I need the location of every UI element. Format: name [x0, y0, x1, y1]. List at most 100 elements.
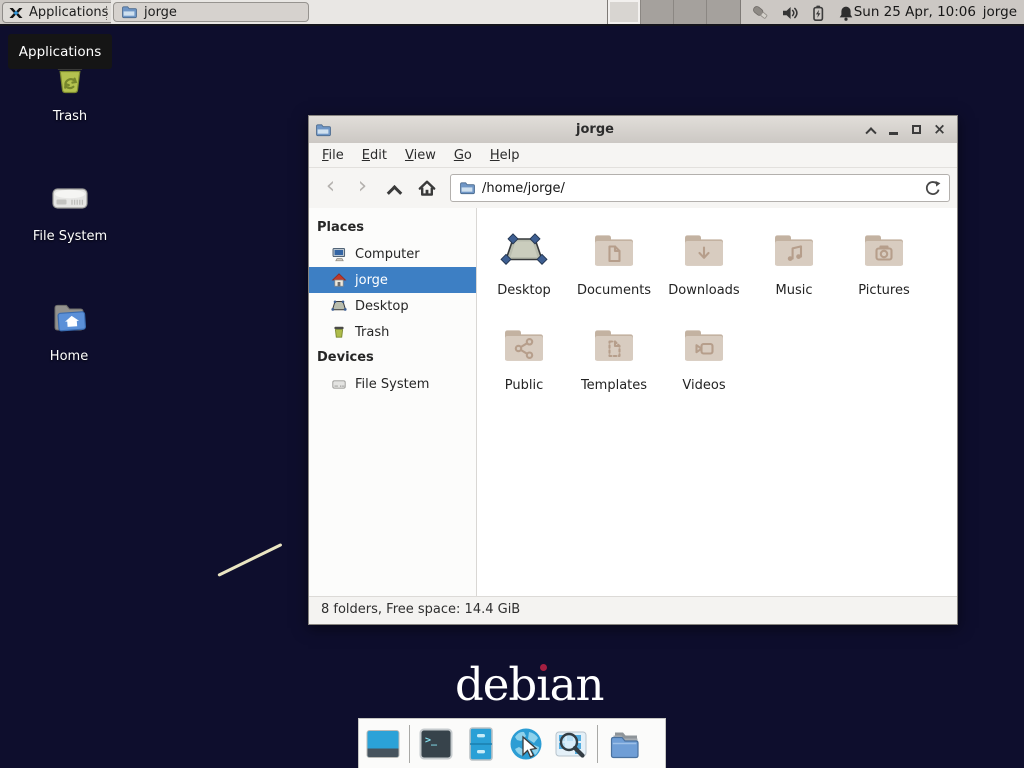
reload-icon[interactable] [925, 180, 941, 196]
show-desktop-icon [364, 725, 402, 763]
taskbar-window-button[interactable]: jorge [113, 2, 309, 22]
debian-logo-i: ı [536, 658, 549, 711]
forward-button[interactable]: › [348, 174, 377, 203]
sidebar-item-trash[interactable]: Trash [309, 319, 476, 345]
workspace-2[interactable] [641, 0, 674, 24]
up-icon [387, 184, 403, 200]
desktop-icon-label: Trash [22, 109, 118, 124]
folder-item-videos[interactable]: Videos [659, 321, 749, 393]
path-folder-icon [459, 180, 475, 196]
documents-folder-icon [590, 226, 638, 274]
dock-terminal-button[interactable] [417, 725, 455, 763]
forward-icon: › [358, 175, 367, 198]
music-folder-icon [770, 226, 818, 274]
chevron-up-icon [865, 127, 876, 138]
debian-logo: debıan [455, 658, 603, 711]
session-user-label[interactable]: jorge [983, 0, 1017, 24]
folder-item-downloads[interactable]: Downloads [659, 226, 749, 298]
dock-show-desktop-button[interactable] [364, 725, 402, 763]
applications-menu-icon [8, 5, 24, 21]
path-input[interactable] [482, 181, 918, 196]
sidebar-item-file-system[interactable]: File System [309, 371, 476, 397]
folder-item-documents[interactable]: Documents [569, 226, 659, 298]
desktop-icon-home[interactable]: Home [21, 294, 117, 364]
menubar: File Edit View Go Help [309, 143, 957, 168]
dock-file-cabinet-button[interactable] [462, 725, 500, 763]
menu-file[interactable]: File [313, 145, 353, 166]
minimize-icon [889, 132, 898, 135]
sidebar: Places Computer jorge Desktop Trash [309, 208, 477, 596]
window-folder-icon [315, 122, 331, 138]
panel-separator-handle[interactable] [106, 6, 110, 20]
downloads-folder-icon [680, 226, 728, 274]
folder-item-desktop[interactable]: Desktop [479, 226, 569, 298]
folder-item-public[interactable]: Public [479, 321, 569, 393]
menu-edit[interactable]: Edit [353, 145, 396, 166]
taskbar-folder-icon [121, 4, 137, 20]
sidebar-header-devices: Devices [309, 345, 476, 371]
shade-button[interactable] [859, 118, 882, 141]
file-manager-folder-icon [605, 725, 643, 763]
workspace-4[interactable] [707, 0, 740, 24]
home-icon [417, 178, 437, 198]
notifications-bell-icon[interactable] [837, 4, 855, 22]
dock-app-finder-button[interactable] [552, 725, 590, 763]
window-titlebar[interactable]: jorge × [309, 116, 957, 143]
window-title: jorge [331, 122, 859, 137]
templates-folder-icon [590, 321, 638, 369]
sidebar-item-jorge[interactable]: jorge [309, 267, 476, 293]
taskbar-window-label: jorge [144, 5, 177, 20]
menu-help[interactable]: Help [481, 145, 529, 166]
folder-item-pictures[interactable]: Pictures [839, 226, 929, 298]
dock-separator [597, 725, 598, 763]
folder-item-music[interactable]: Music [749, 226, 839, 298]
location-bar[interactable] [450, 174, 950, 202]
file-manager-window: jorge × File Edit View Go Help ‹ › [308, 115, 958, 625]
dock-file-manager-button[interactable] [605, 725, 643, 763]
statusbar-text: 8 folders, Free space: 14.4 GiB [321, 602, 520, 617]
public-folder-icon [500, 321, 548, 369]
applications-tooltip-text: Applications [19, 44, 101, 60]
desktop-screen: Applications jorge Sun 25 Apr, 10:06 jor… [0, 0, 1024, 768]
close-icon: × [933, 122, 946, 137]
minimize-button[interactable] [882, 118, 905, 141]
web-browser-globe-icon [507, 725, 545, 763]
cursor-trail-artifact [217, 543, 282, 577]
home-folder-icon [45, 294, 93, 342]
desktop-icon-file-system[interactable]: File System [22, 174, 118, 244]
toolbar: ‹ › [309, 168, 957, 208]
menu-view[interactable]: View [396, 145, 445, 166]
back-button[interactable]: ‹ [316, 174, 345, 203]
home-button[interactable] [412, 174, 441, 203]
workspace-3[interactable] [674, 0, 707, 24]
sidebar-header-places: Places [309, 215, 476, 241]
trash-icon [331, 324, 347, 340]
applications-menu-button[interactable]: Applications [2, 2, 116, 23]
terminal-icon [417, 725, 455, 763]
hard-drive-icon [331, 376, 347, 392]
applications-menu-label: Applications [29, 5, 108, 20]
clock[interactable]: Sun 25 Apr, 10:06 [854, 0, 976, 24]
top-panel: Applications jorge Sun 25 Apr, 10:06 jor… [0, 0, 1024, 26]
dock-web-browser-button[interactable] [507, 725, 545, 763]
volume-icon[interactable] [781, 4, 799, 22]
folder-view: Desktop Documents Downloads Music Pictur… [477, 208, 957, 596]
maximize-button[interactable] [905, 118, 928, 141]
folder-item-templates[interactable]: Templates [569, 321, 659, 393]
debian-logo-red-dot [540, 664, 547, 671]
up-button[interactable] [380, 174, 409, 203]
sidebar-item-computer[interactable]: Computer [309, 241, 476, 267]
system-tray [751, 3, 855, 23]
sidebar-item-desktop[interactable]: Desktop [309, 293, 476, 319]
pictures-folder-icon [860, 226, 908, 274]
power-adapter-icon[interactable] [751, 3, 771, 23]
desktop-icon-label: File System [22, 229, 118, 244]
close-button[interactable]: × [928, 118, 951, 141]
home-icon [331, 272, 347, 288]
workspace-1[interactable] [608, 0, 641, 24]
menu-go[interactable]: Go [445, 145, 481, 166]
battery-charging-icon[interactable] [809, 4, 827, 22]
applications-tooltip: Applications [8, 34, 112, 69]
hard-drive-icon [46, 174, 94, 222]
debian-logo-text: deb [455, 658, 536, 711]
